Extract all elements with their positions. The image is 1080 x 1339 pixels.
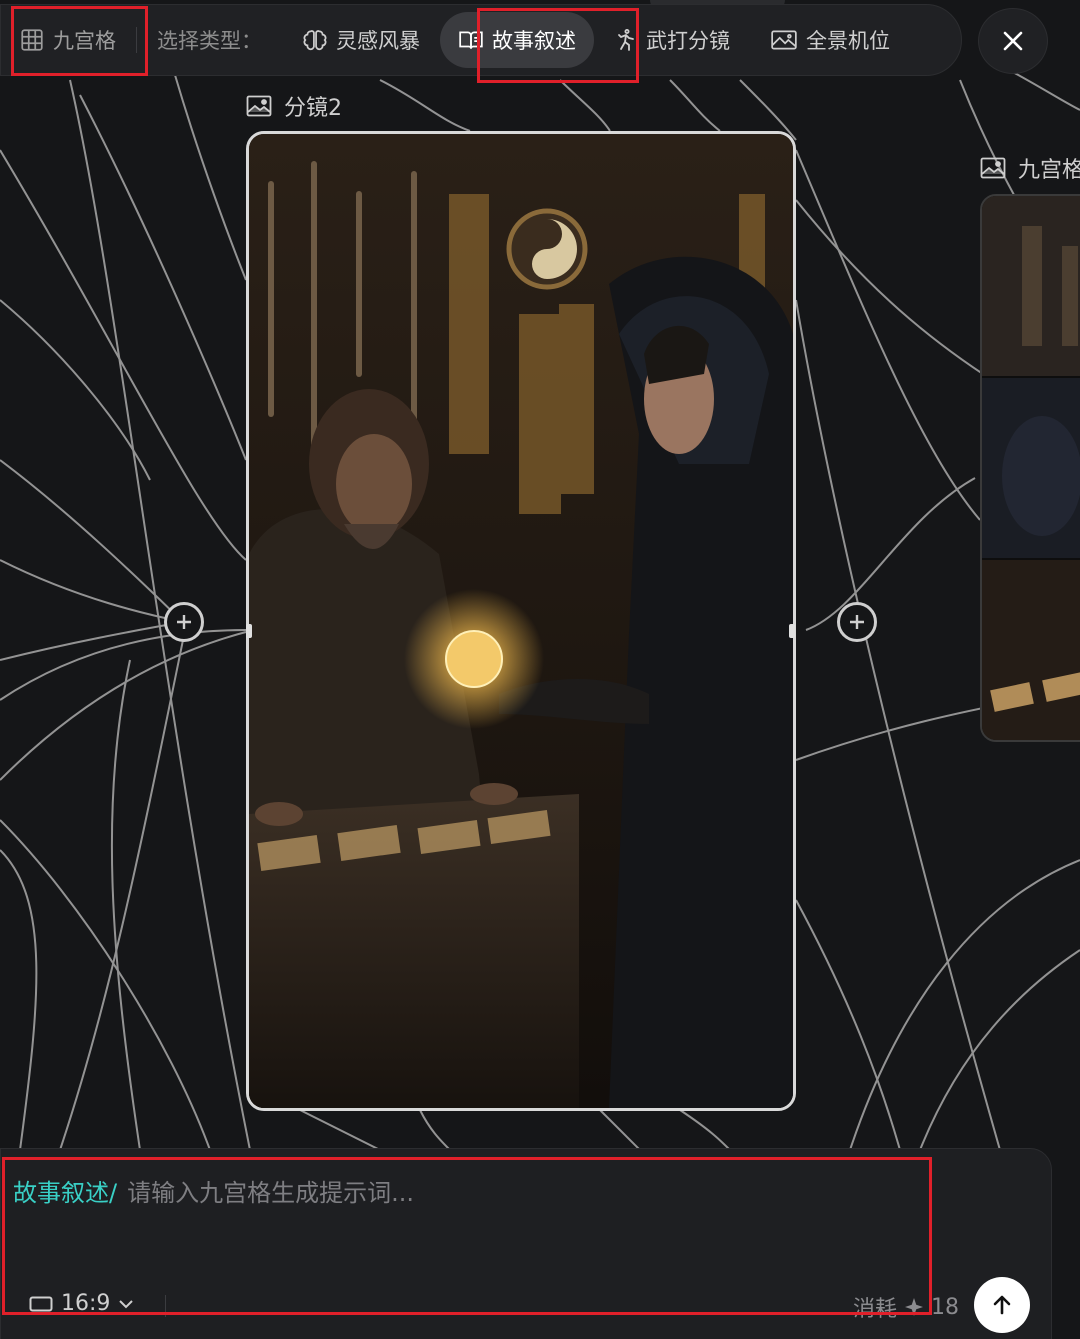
close-icon <box>1003 31 1023 51</box>
tab-storytelling-label: 故事叙述 <box>492 29 576 53</box>
panorama-icon <box>771 30 797 50</box>
image-icon <box>980 157 1006 179</box>
frame-label-main: 分镜2 <box>246 90 342 122</box>
tab-martial-arts-storyboard[interactable]: 武打分镜 <box>594 12 750 68</box>
tab-storytelling[interactable]: 故事叙述 <box>440 12 594 68</box>
frame-label-side: 九宫格 <box>980 152 1080 184</box>
chevron-down-icon <box>119 1299 134 1308</box>
brain-icon <box>303 30 327 51</box>
send-button[interactable] <box>974 1277 1030 1333</box>
side-grid-image <box>982 196 1080 740</box>
aspect-ratio-value: 16:9 <box>61 1291 111 1316</box>
tab-inspiration-storm-label: 灵感风暴 <box>336 29 420 53</box>
plus-icon <box>850 615 864 629</box>
frame-side-title: 九宫格 <box>1018 158 1080 183</box>
card-left-handle[interactable] <box>246 624 252 638</box>
tab-panorama-camera[interactable]: 全景机位 <box>750 12 910 68</box>
storyboard-image <box>249 134 793 1108</box>
cost-value: 18 <box>931 1294 960 1320</box>
tab-inspiration-storm[interactable]: 灵感风暴 <box>282 12 440 68</box>
storyboard-image-card[interactable] <box>246 131 796 1111</box>
add-frame-after-button[interactable] <box>837 602 877 642</box>
fighter-icon <box>618 28 634 51</box>
type-toolbar: 九宫格 选择类型： 灵感风暴 故事叙述 武打分镜 全景机位 <box>0 4 962 76</box>
card-right-handle[interactable] <box>789 624 795 638</box>
prompt-placeholder: 请输入九宫格生成提示词... <box>127 1179 414 1207</box>
arrow-up-icon <box>993 1295 1011 1315</box>
aspect-ratio-icon <box>29 1296 53 1311</box>
aspect-ratio-select[interactable]: 16:9 <box>29 1291 134 1316</box>
toolbar-divider <box>136 27 137 53</box>
side-grid-image-card[interactable] <box>980 194 1080 742</box>
book-icon <box>459 31 483 49</box>
sparkle-icon <box>905 1298 924 1316</box>
grid-icon <box>21 29 43 51</box>
image-icon <box>246 95 272 117</box>
prompt-type-prefix: 故事叙述/ <box>13 1179 118 1207</box>
grid-mode-button[interactable]: 九宫格 <box>5 12 130 68</box>
select-type-label: 选择类型： <box>157 29 262 53</box>
grid-mode-label: 九宫格 <box>53 29 116 53</box>
prompt-input[interactable]: 故事叙述/请输入九宫格生成提示词... <box>13 1173 414 1208</box>
plus-icon <box>177 615 191 629</box>
prompt-divider <box>165 1295 166 1317</box>
close-button[interactable] <box>978 8 1048 74</box>
frame-main-title: 分镜2 <box>284 96 342 121</box>
tab-martial-arts-label: 武打分镜 <box>646 29 730 53</box>
credit-cost: 消耗 18 <box>853 1291 959 1323</box>
tab-panorama-label: 全景机位 <box>806 29 890 53</box>
cost-label: 消耗 <box>853 1297 898 1322</box>
add-frame-before-button[interactable] <box>164 602 204 642</box>
prompt-panel: 故事叙述/请输入九宫格生成提示词... 16:9 消耗 18 <box>0 1148 1052 1339</box>
